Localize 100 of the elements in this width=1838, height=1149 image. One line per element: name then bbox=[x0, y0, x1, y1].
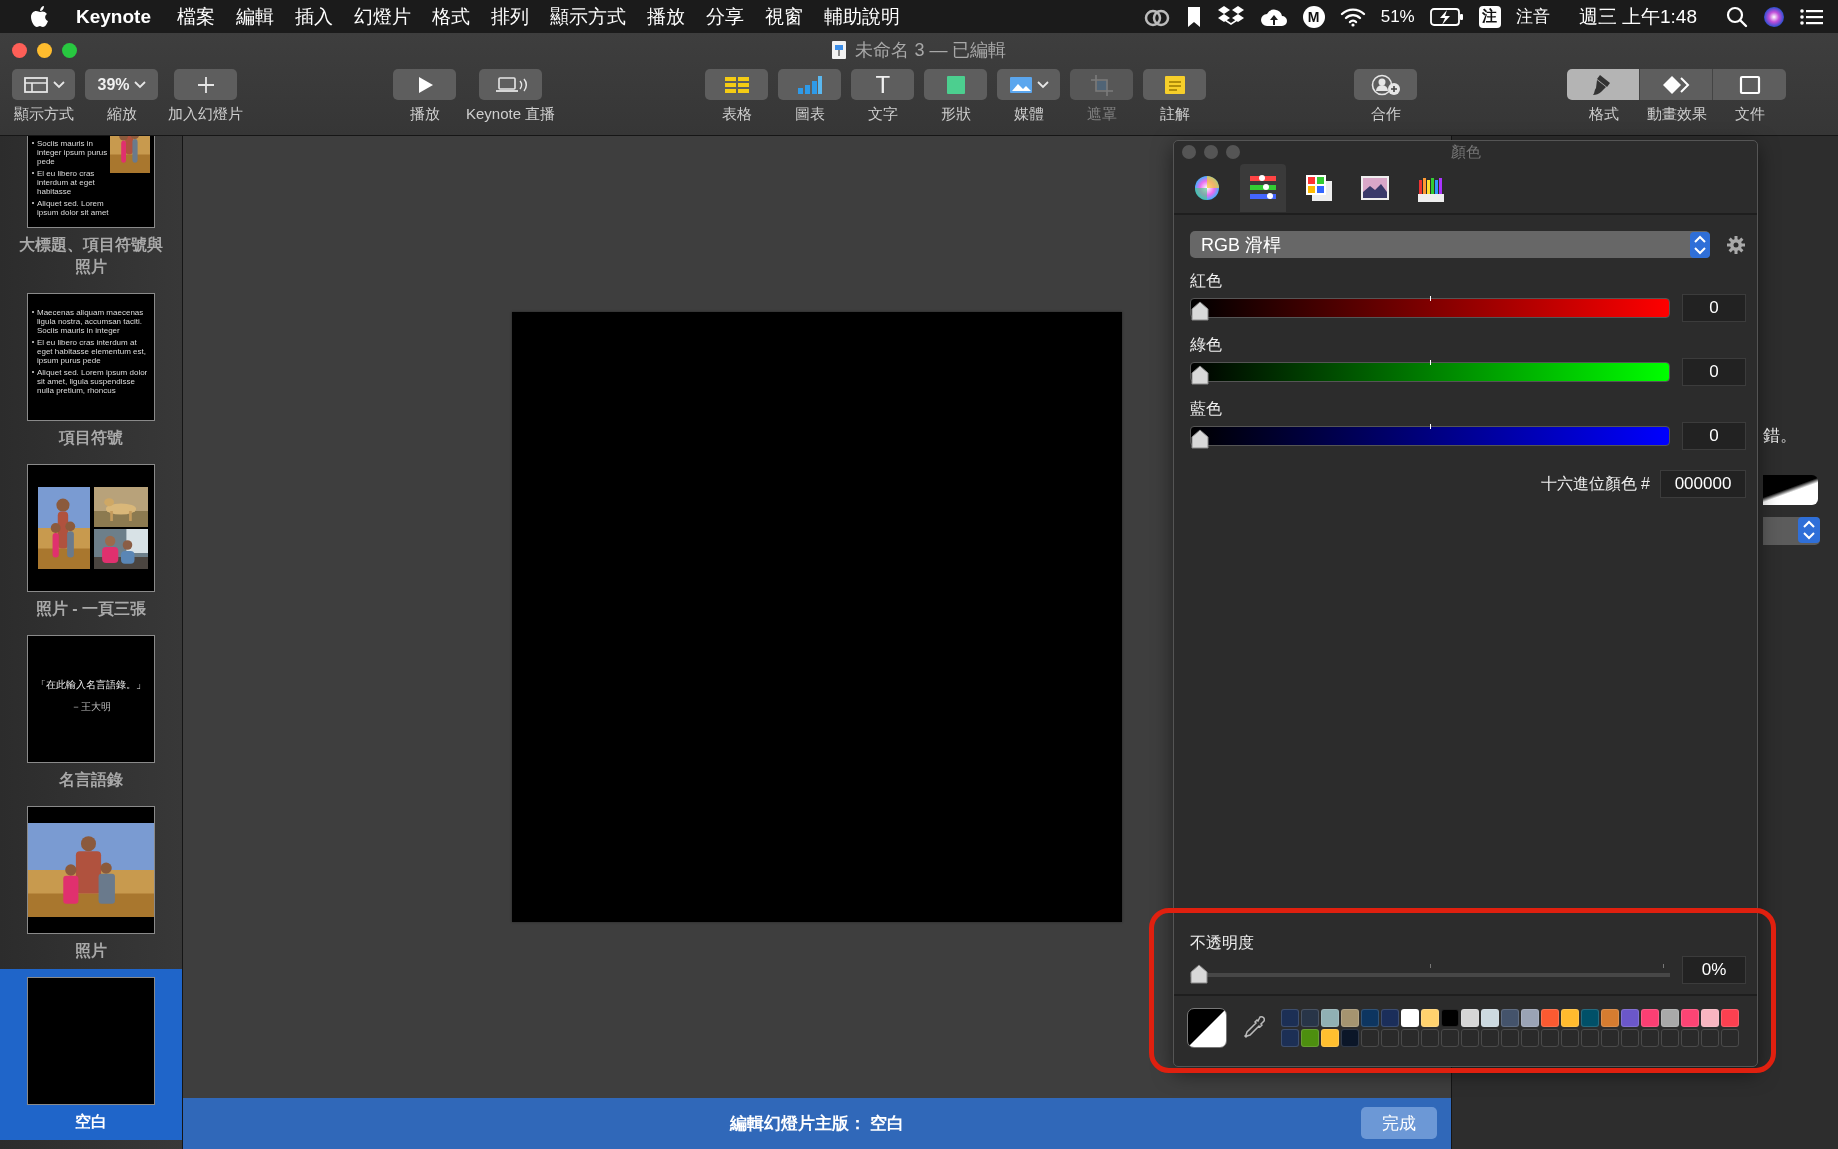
color-swatch[interactable] bbox=[1621, 1009, 1639, 1027]
color-swatch[interactable] bbox=[1681, 1009, 1699, 1027]
color-swatch[interactable] bbox=[1541, 1009, 1559, 1027]
close-button[interactable] bbox=[1182, 145, 1196, 159]
value-field[interactable]: 0 bbox=[1682, 422, 1746, 450]
empty-swatch[interactable] bbox=[1381, 1029, 1399, 1047]
minimize-button[interactable] bbox=[37, 42, 52, 58]
zoom-button[interactable] bbox=[62, 42, 77, 58]
color-swatch[interactable] bbox=[1641, 1009, 1659, 1027]
media-button[interactable] bbox=[997, 69, 1061, 100]
inspector-tab[interactable] bbox=[1640, 69, 1714, 100]
color-swatch[interactable] bbox=[1341, 1029, 1359, 1047]
color-swatch[interactable] bbox=[1501, 1009, 1519, 1027]
menu-item[interactable]: 視窗 bbox=[764, 3, 803, 30]
comment-button[interactable] bbox=[1143, 69, 1207, 100]
empty-swatch[interactable] bbox=[1461, 1029, 1479, 1047]
slider-track[interactable] bbox=[1190, 298, 1670, 318]
empty-swatch[interactable] bbox=[1721, 1029, 1739, 1047]
text-button[interactable]: T bbox=[851, 69, 915, 100]
empty-swatch[interactable] bbox=[1621, 1029, 1639, 1047]
hex-field[interactable]: 000000 bbox=[1660, 470, 1746, 498]
empty-swatch[interactable] bbox=[1481, 1029, 1499, 1047]
inspector-tab[interactable] bbox=[1567, 69, 1641, 100]
slide-item[interactable]: 空白 bbox=[0, 969, 182, 1140]
color-swatch[interactable] bbox=[1561, 1009, 1579, 1027]
color-swatch[interactable] bbox=[1601, 1009, 1619, 1027]
bookmark-icon[interactable] bbox=[1185, 5, 1202, 28]
color-swatch[interactable] bbox=[1321, 1009, 1339, 1027]
input-method[interactable]: 注音 bbox=[1515, 5, 1550, 28]
menu-item[interactable]: 檔案 bbox=[176, 3, 215, 30]
empty-swatch[interactable] bbox=[1421, 1029, 1439, 1047]
wifi-icon[interactable] bbox=[1339, 6, 1366, 27]
search-icon[interactable] bbox=[1726, 5, 1748, 28]
value-field[interactable]: 0% bbox=[1682, 956, 1746, 984]
slider-thumb[interactable] bbox=[1191, 429, 1209, 449]
menu-item[interactable]: 格式 bbox=[431, 3, 470, 30]
color-well[interactable] bbox=[1187, 1008, 1227, 1048]
gear-icon[interactable] bbox=[1726, 234, 1746, 255]
menu-item[interactable]: 編輯 bbox=[235, 3, 274, 30]
apple-icon[interactable] bbox=[30, 4, 50, 29]
play-button[interactable] bbox=[393, 69, 456, 100]
battery-icon[interactable] bbox=[1429, 6, 1464, 27]
chart-button[interactable] bbox=[778, 69, 842, 100]
color-swatch[interactable] bbox=[1281, 1029, 1299, 1047]
slider-thumb[interactable] bbox=[1191, 365, 1209, 385]
empty-swatch[interactable] bbox=[1561, 1029, 1579, 1047]
slider-track[interactable] bbox=[1190, 426, 1670, 446]
slider-track[interactable] bbox=[1190, 362, 1670, 382]
view-button[interactable] bbox=[12, 69, 75, 100]
color-swatch[interactable] bbox=[1401, 1009, 1419, 1027]
empty-swatch[interactable] bbox=[1601, 1029, 1619, 1047]
empty-swatch[interactable] bbox=[1681, 1029, 1699, 1047]
empty-swatch[interactable] bbox=[1701, 1029, 1719, 1047]
menu-item[interactable]: 幻燈片 bbox=[353, 3, 411, 30]
empty-swatch[interactable] bbox=[1401, 1029, 1419, 1047]
slider-thumb[interactable] bbox=[1190, 964, 1208, 984]
color-swatch[interactable] bbox=[1341, 1009, 1359, 1027]
color-swatch[interactable] bbox=[1461, 1009, 1479, 1027]
menu-item[interactable]: 顯示方式 bbox=[549, 3, 626, 30]
slider-thumb[interactable] bbox=[1191, 301, 1209, 321]
slide-item[interactable]: 「在此輸入名言語錄。」 －王大明 名言語錄 bbox=[0, 627, 182, 798]
list-icon[interactable] bbox=[1800, 7, 1824, 26]
color-swatch[interactable] bbox=[1321, 1029, 1339, 1047]
collaborate-button[interactable] bbox=[1354, 69, 1418, 100]
color-swatch[interactable] bbox=[1581, 1009, 1599, 1027]
inspector-tab[interactable] bbox=[1713, 69, 1787, 100]
empty-swatch[interactable] bbox=[1661, 1029, 1679, 1047]
slide[interactable] bbox=[512, 312, 1122, 922]
menu-item[interactable]: 分享 bbox=[705, 3, 744, 30]
color-swatch[interactable] bbox=[1361, 1009, 1379, 1027]
color-swatch[interactable] bbox=[1301, 1029, 1319, 1047]
mail-badge[interactable]: M bbox=[1302, 5, 1325, 28]
color-swatch[interactable] bbox=[1481, 1009, 1499, 1027]
color-swatch[interactable] bbox=[1661, 1009, 1679, 1027]
slide-item[interactable]: Sociis mauris in integer ipsum purus pede El eu libero cras interdum at eget habitasse Aliquet sed. Lorem ipsum dolor sit amet 大標題、項目符號與照片 bbox=[0, 136, 182, 285]
empty-swatch[interactable] bbox=[1361, 1029, 1379, 1047]
color-swatch[interactable] bbox=[1301, 1009, 1319, 1027]
empty-swatch[interactable] bbox=[1541, 1029, 1559, 1047]
popup-button[interactable] bbox=[1763, 517, 1820, 545]
table-button[interactable] bbox=[705, 69, 769, 100]
slide-item[interactable]: 照片 - 一頁三張 bbox=[0, 456, 182, 627]
shape-button[interactable] bbox=[924, 69, 988, 100]
menu-item[interactable]: 插入 bbox=[294, 3, 333, 30]
input-badge[interactable]: 注 bbox=[1478, 5, 1501, 28]
fill-swatch[interactable] bbox=[1763, 475, 1818, 505]
menu-item[interactable]: 排列 bbox=[490, 3, 529, 30]
empty-swatch[interactable] bbox=[1641, 1029, 1659, 1047]
menu-item[interactable]: 輔助說明 bbox=[823, 3, 900, 30]
app-menu[interactable]: Keynote bbox=[76, 5, 151, 28]
add-slide-button[interactable] bbox=[174, 69, 237, 100]
color-swatch[interactable] bbox=[1441, 1009, 1459, 1027]
clock[interactable]: 週三 上午1:48 bbox=[1578, 3, 1697, 30]
close-button[interactable] bbox=[12, 42, 27, 58]
eyedropper-icon[interactable] bbox=[1243, 1015, 1265, 1041]
color-swatch[interactable] bbox=[1421, 1009, 1439, 1027]
mode-popup[interactable]: RGB 滑桿 bbox=[1190, 231, 1710, 258]
empty-swatch[interactable] bbox=[1441, 1029, 1459, 1047]
color-swatch[interactable] bbox=[1721, 1009, 1739, 1027]
empty-swatch[interactable] bbox=[1521, 1029, 1539, 1047]
color-swatch[interactable] bbox=[1381, 1009, 1399, 1027]
